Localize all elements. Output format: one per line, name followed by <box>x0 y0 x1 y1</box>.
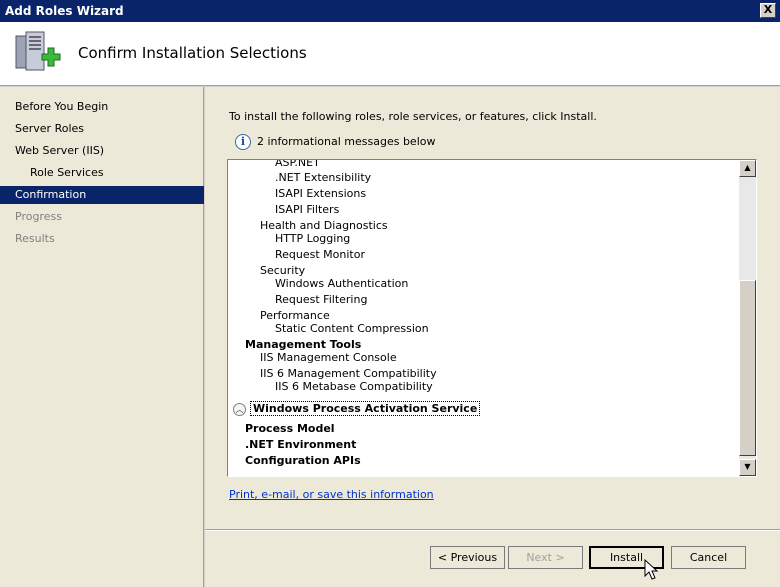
section-item: Process Model <box>245 422 335 435</box>
list-item: ISAPI Filters <box>275 203 340 216</box>
section-header: ︿ Windows Process Activation Service <box>233 401 481 416</box>
selections-list-content: ︿ Windows Process Activation Service Proc… <box>228 160 734 476</box>
wizard-header: Confirm Installation Selections <box>0 22 780 86</box>
page-title: Confirm Installation Selections <box>78 44 307 62</box>
sidebar-item-role-services[interactable]: Role Services <box>0 164 204 182</box>
list-item: HTTP Logging <box>275 232 351 245</box>
scroll-thumb[interactable] <box>739 280 756 456</box>
cancel-button[interactable]: Cancel <box>671 546 746 569</box>
selections-list[interactable]: ︿ Windows Process Activation Service Proc… <box>227 159 757 477</box>
list-item: Health and Diagnostics <box>260 219 388 232</box>
sidebar-item-label: Before You Begin <box>15 100 109 113</box>
sidebar-item-confirmation[interactable]: Confirmation <box>0 186 204 204</box>
scroll-up-button[interactable]: ▲ <box>739 160 756 177</box>
list-item: Security <box>260 264 306 277</box>
list-item: ISAPI Extensions <box>275 187 367 200</box>
list-item: Windows Authentication <box>275 277 409 290</box>
mouse-cursor-icon <box>644 559 659 580</box>
info-icon: i <box>235 134 251 150</box>
section-title[interactable]: Windows Process Activation Service <box>250 401 481 416</box>
list-item: .NET Extensibility <box>275 171 372 184</box>
info-message: i 2 informational messages below <box>235 133 435 151</box>
list-item: Performance <box>260 309 330 322</box>
next-button: Next > <box>508 546 583 569</box>
server-add-icon <box>15 31 61 71</box>
title-bar: Add Roles Wizard X <box>0 0 780 22</box>
list-item: IIS 6 Metabase Compatibility <box>275 380 433 393</box>
sidebar-item-results: Results <box>0 230 204 248</box>
list-item: IIS 6 Management Compatibility <box>260 367 437 380</box>
section-item: .NET Environment <box>245 438 357 451</box>
vertical-scrollbar[interactable]: ▲ ▼ <box>739 160 756 476</box>
list-item: Management Tools <box>245 338 362 351</box>
arrow-up-icon: ▲ <box>744 163 751 172</box>
wizard-steps-sidebar: Before You Begin Server Roles Web Server… <box>0 87 204 587</box>
close-icon: X <box>763 3 773 16</box>
info-message-text: 2 informational messages below <box>257 135 436 148</box>
sidebar-item-web-server[interactable]: Web Server (IIS) <box>0 142 204 160</box>
sidebar-item-label: Progress <box>15 210 62 223</box>
sidebar-item-label: Server Roles <box>15 122 85 135</box>
wizard-footer: < Previous Next > Install Cancel <box>205 531 780 587</box>
sidebar-item-before-you-begin[interactable]: Before You Begin <box>0 98 204 116</box>
scroll-down-button[interactable]: ▼ <box>739 459 756 476</box>
sidebar-item-label: Confirmation <box>15 188 87 201</box>
list-item: Request Monitor <box>275 248 365 261</box>
sidebar-item-label: Web Server (IIS) <box>15 144 105 157</box>
close-button[interactable]: X <box>760 3 776 18</box>
section-item: Configuration APIs <box>245 454 361 467</box>
window-title: Add Roles Wizard <box>5 4 124 18</box>
sidebar-item-server-roles[interactable]: Server Roles <box>0 120 204 138</box>
list-item: Request Filtering <box>275 293 368 306</box>
list-item: IIS Management Console <box>260 351 397 364</box>
main-content: To install the following roles, role ser… <box>205 87 780 529</box>
collapse-icon[interactable]: ︿ <box>233 402 246 416</box>
instruction-text: To install the following roles, role ser… <box>229 110 597 123</box>
sidebar-item-progress: Progress <box>0 208 204 226</box>
previous-button[interactable]: < Previous <box>430 546 505 569</box>
sidebar-item-label: Role Services <box>30 166 104 179</box>
arrow-down-icon: ▼ <box>744 462 751 471</box>
print-save-link[interactable]: Print, e-mail, or save this information <box>229 488 434 501</box>
list-item: ASP.NET <box>275 160 320 169</box>
sidebar-item-label: Results <box>15 232 55 245</box>
list-item: Static Content Compression <box>275 322 429 335</box>
